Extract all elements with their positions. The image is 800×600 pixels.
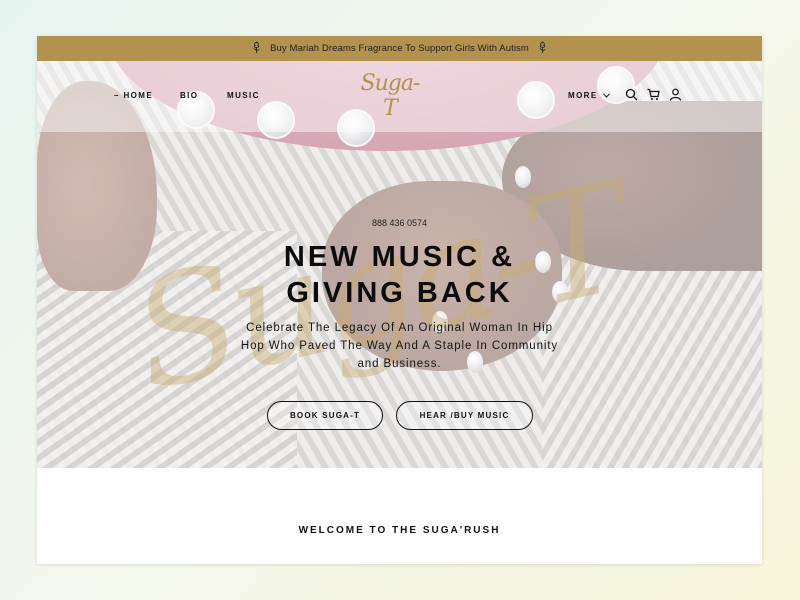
nav-home-link[interactable]: – HOME [114, 91, 153, 100]
phone-number[interactable]: 888 436 0574 [37, 218, 762, 228]
account-icon[interactable] [669, 88, 683, 102]
nav-bio-link[interactable]: BIO [180, 91, 198, 100]
headline-line-2: GIVING BACK [286, 277, 513, 309]
hero-section: Suga-T – HOME BIO MUSIC Suga-T MORE 888 … [37, 61, 762, 468]
rose-icon [251, 41, 262, 57]
site-logo[interactable]: Suga-T [360, 71, 421, 121]
cart-icon[interactable] [647, 88, 661, 102]
rose-icon [537, 41, 548, 57]
welcome-heading: WELCOME TO THE SUGA'RUSH [298, 525, 501, 536]
website-frame: Buy Mariah Dreams Fragrance To Support G… [37, 36, 762, 564]
nav-more-dropdown[interactable]: MORE [568, 91, 611, 100]
main-navigation: – HOME BIO MUSIC Suga-T MORE [37, 61, 762, 132]
hear-buy-music-button[interactable]: HEAR /BUY MUSIC [396, 401, 533, 430]
chevron-down-icon [603, 93, 611, 98]
hero-subtitle: Celebrate The Legacy Of An Original Woma… [240, 322, 559, 370]
book-button[interactable]: BOOK SUGA-T [267, 401, 383, 430]
headline-line-1: NEW MUSIC & [283, 241, 516, 273]
search-icon[interactable] [625, 88, 639, 102]
nav-music-link[interactable]: MUSIC [227, 91, 260, 100]
hero-headline: NEW MUSIC & GIVING BACK [37, 239, 762, 311]
announcement-text[interactable]: Buy Mariah Dreams Fragrance To Support G… [270, 43, 529, 54]
announcement-bar[interactable]: Buy Mariah Dreams Fragrance To Support G… [37, 36, 762, 61]
nav-home-label: HOME [123, 91, 154, 100]
nav-more-label: MORE [568, 91, 598, 100]
